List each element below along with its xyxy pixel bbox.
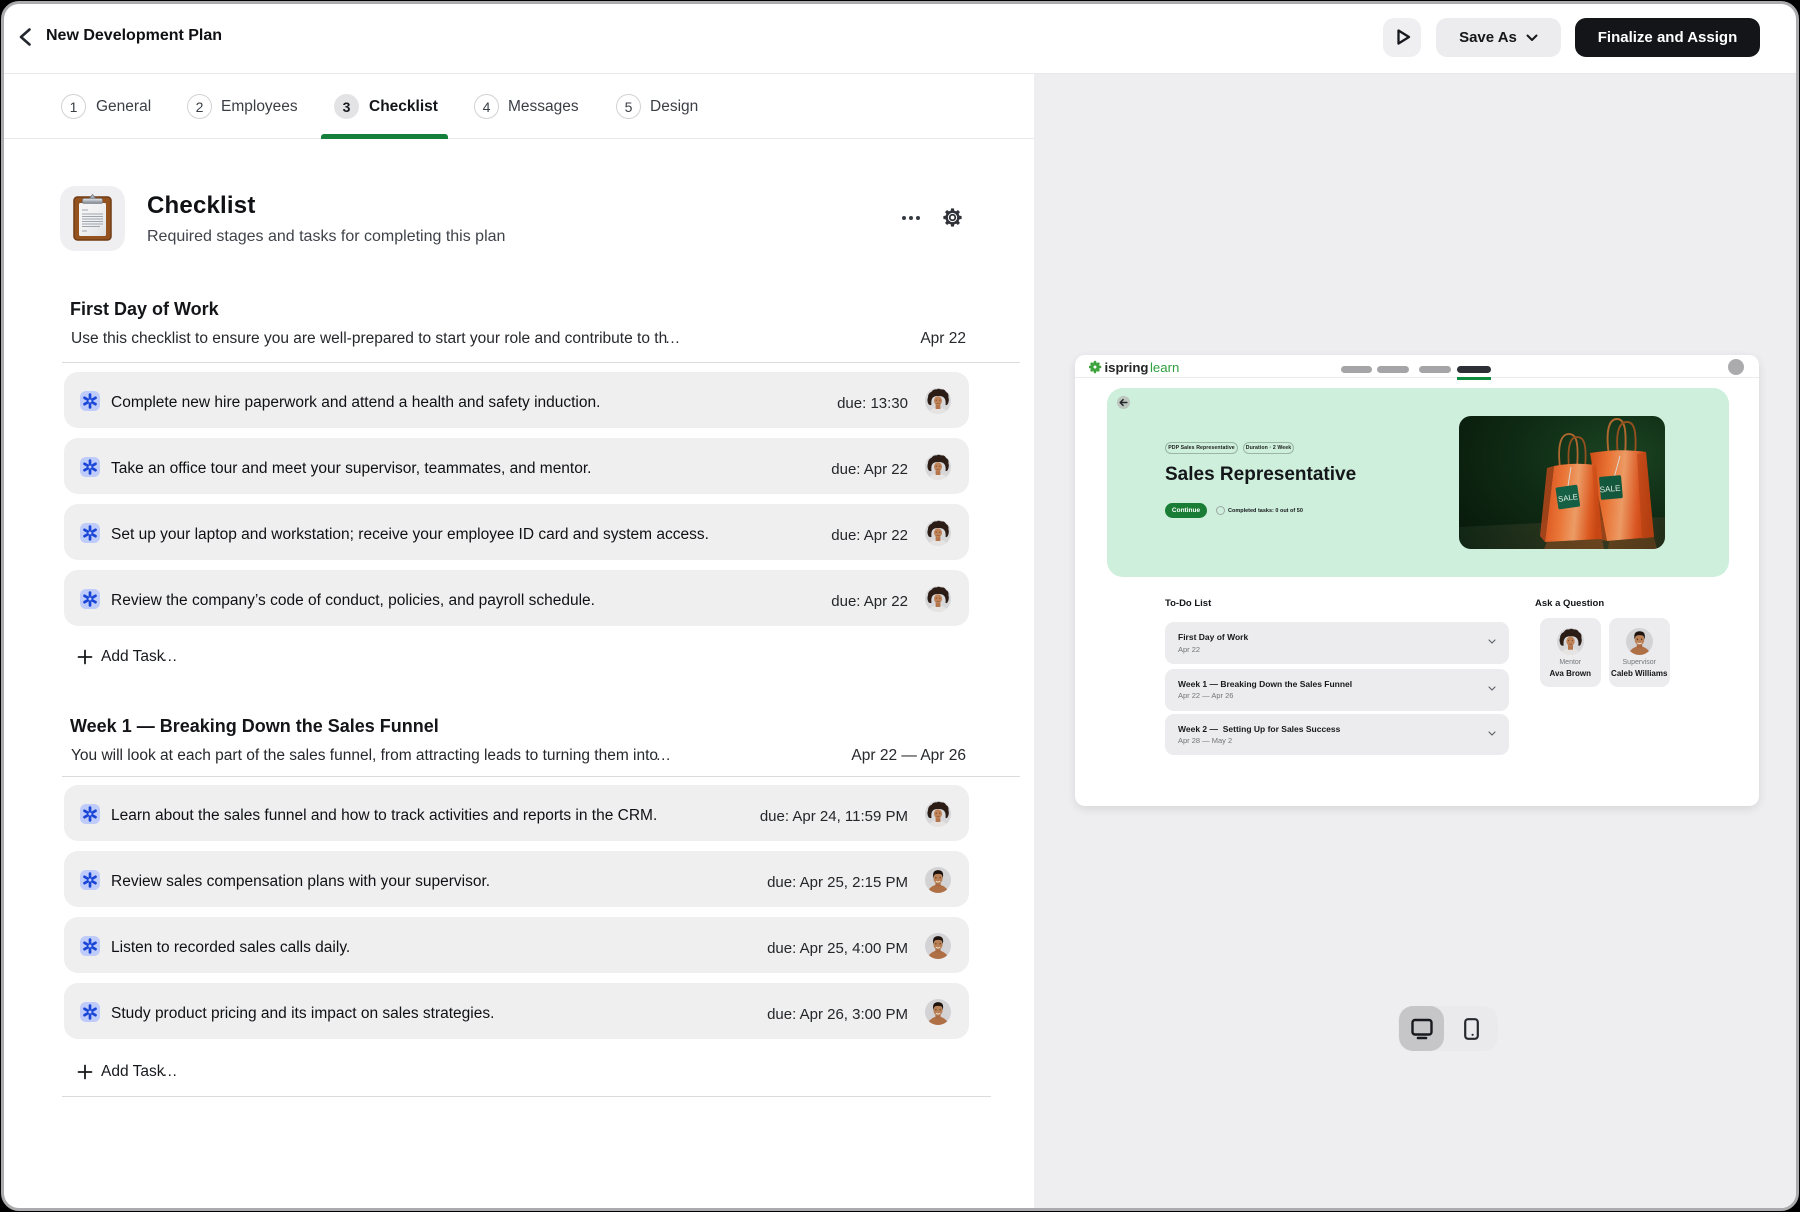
svg-text:ispring: ispring [1105,360,1149,375]
svg-text:SALE: SALE [1599,484,1621,495]
svg-text:learn: learn [1150,360,1179,375]
